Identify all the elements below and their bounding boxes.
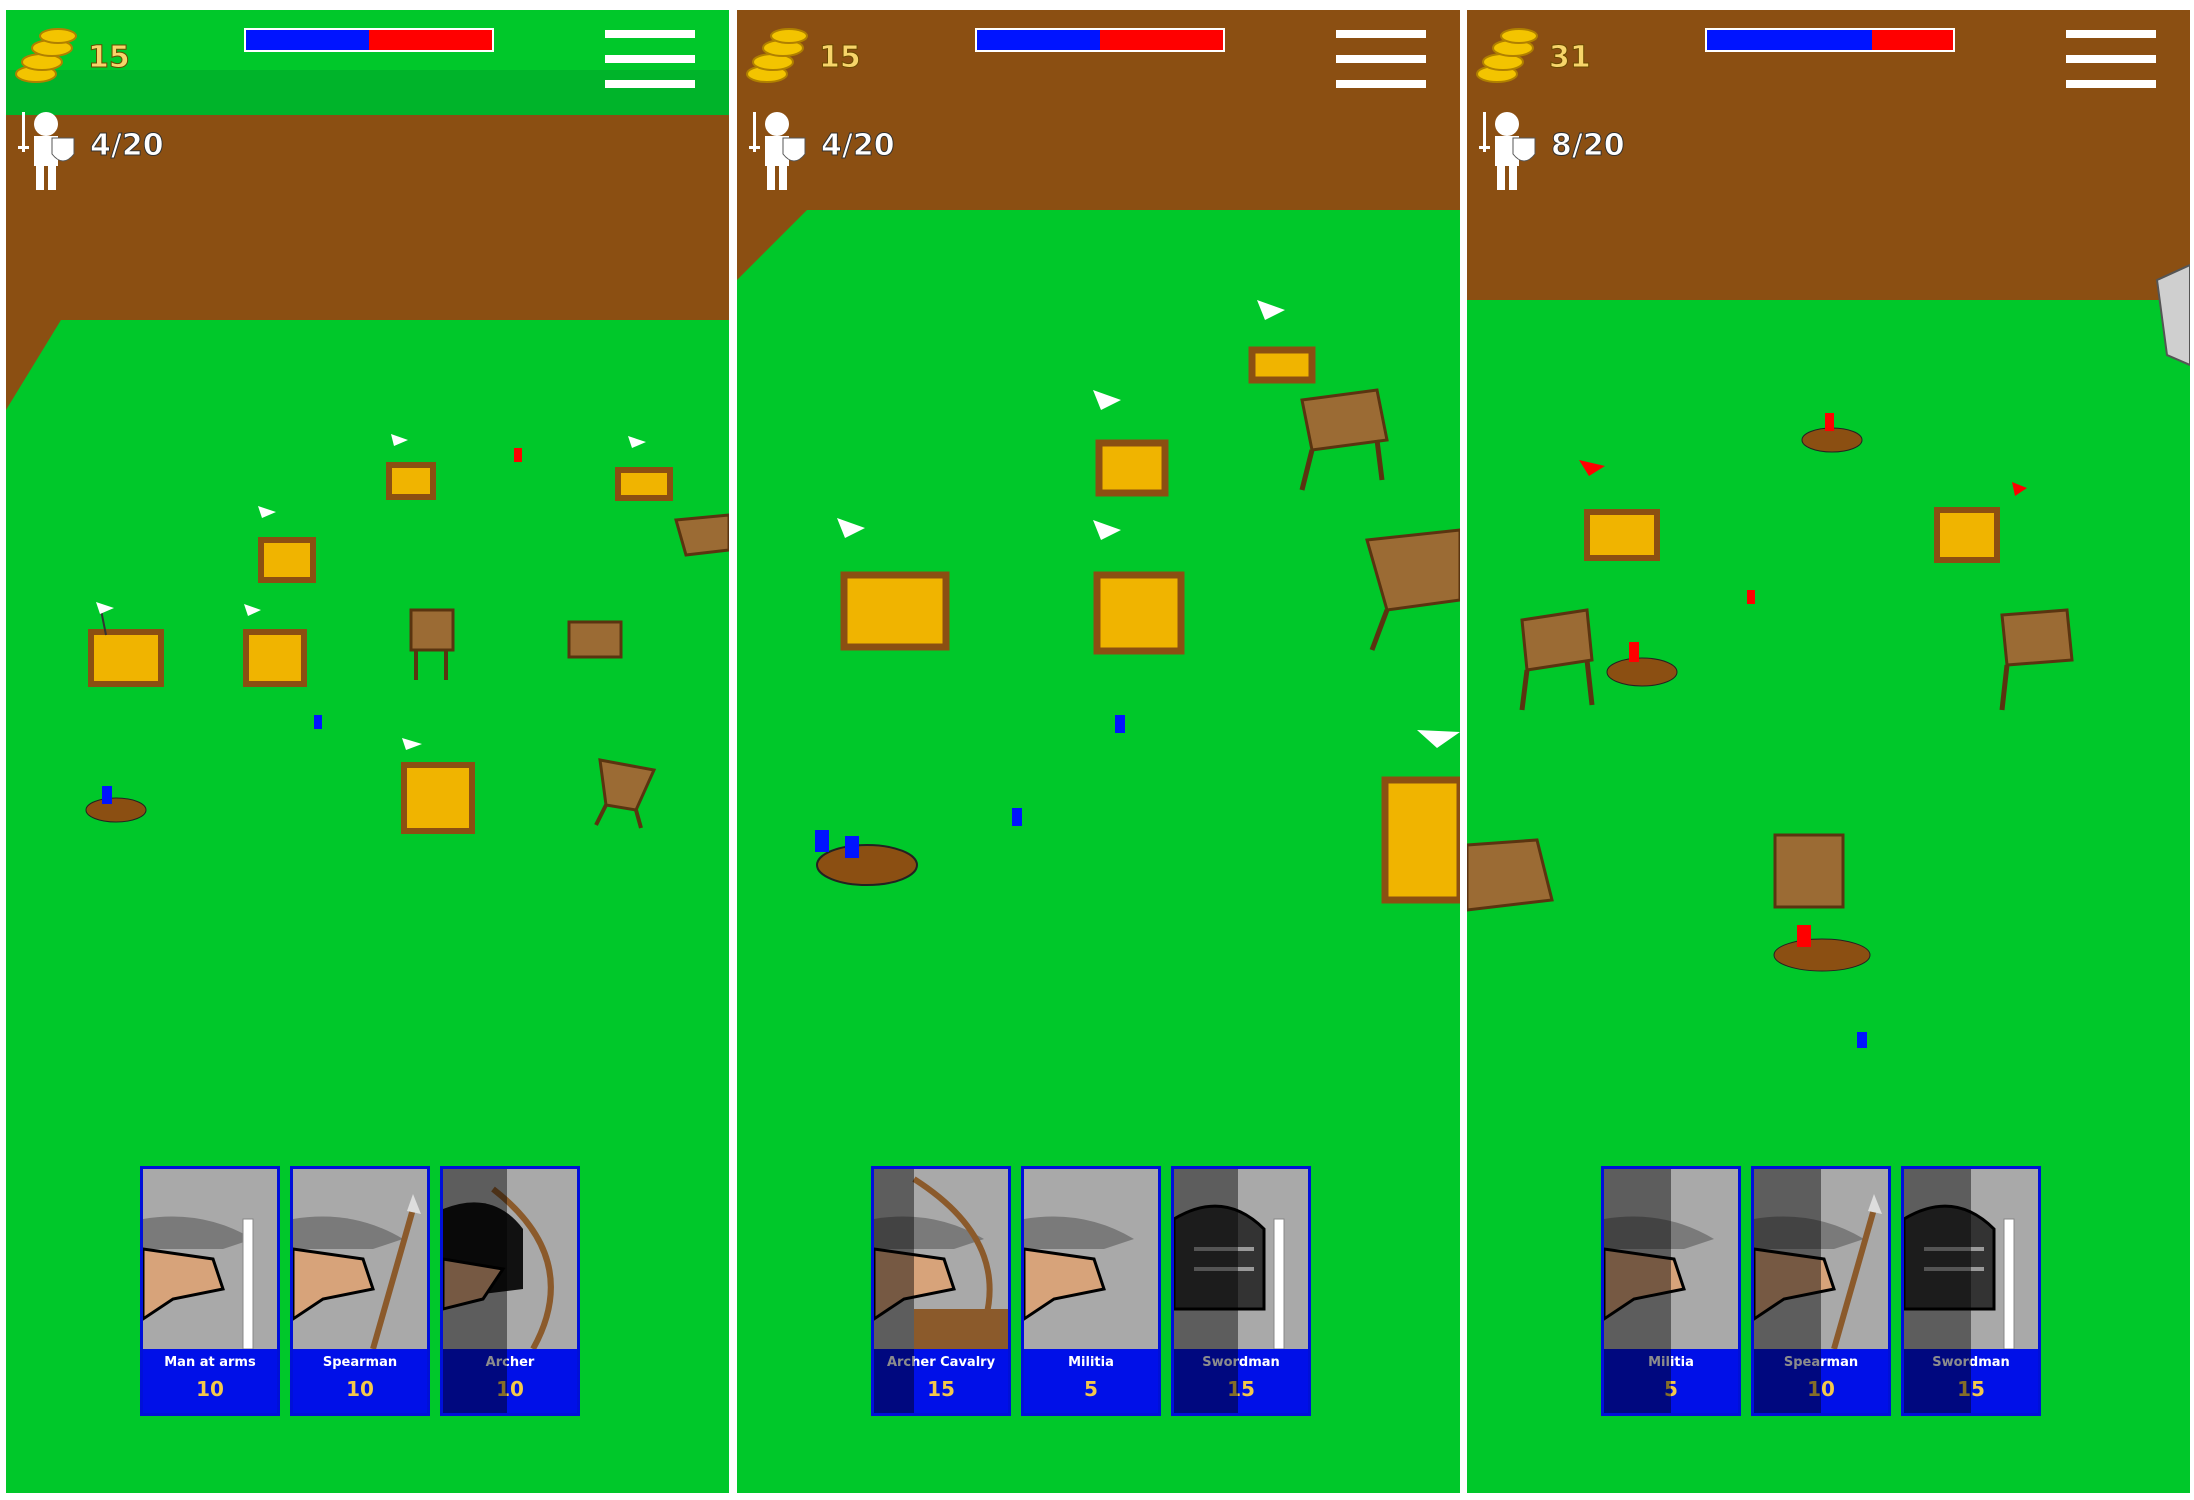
unit-card-bar: Archer Cavalry 15 Militia 5 Swordman 15	[871, 1166, 1311, 1420]
game-panel-1: 15 4/20 Man at arms 10 Spearman 10 Archer 1…	[6, 10, 729, 1493]
hud: 31 8/20	[1467, 10, 2190, 210]
watchtower[interactable]	[594, 758, 657, 829]
player-health-fill	[246, 30, 369, 50]
gold-count: 31	[1549, 40, 1592, 76]
knight-population-icon	[18, 112, 75, 190]
cooldown-overlay	[1174, 1169, 1239, 1413]
farm-plot[interactable]	[88, 602, 164, 687]
watchtower[interactable]	[1467, 838, 1554, 912]
gold-coins-icon	[15, 28, 77, 83]
gold-coins-icon	[1476, 28, 1538, 83]
player-health-fill	[1707, 30, 1872, 50]
farm-plot[interactable]	[386, 434, 436, 500]
unit-card-bar: Militia 5 Spearman 10 Swordman 15	[1601, 1166, 2041, 1420]
watchtower[interactable]	[674, 513, 729, 557]
infantry-unit[interactable]	[1115, 715, 1125, 733]
unit-card-swordman[interactable]: Swordman 15	[1171, 1166, 1311, 1416]
watchtower[interactable]	[1773, 833, 1845, 909]
hud: 15 4/20	[6, 10, 729, 210]
enemy-castle[interactable]	[2155, 263, 2190, 367]
farm-plot[interactable]	[243, 604, 307, 687]
man-at-arms-portrait	[143, 1216, 254, 1349]
knight-population-icon	[1479, 112, 1536, 190]
game-panel-2: 15 4/20 Archer Cavalry 15 Militia 5 Swordm…	[737, 10, 1460, 1493]
cavalry-unit[interactable]	[1773, 925, 1871, 972]
cooldown-overlay	[874, 1169, 915, 1413]
base-health-bar	[244, 28, 494, 52]
farm-plot[interactable]	[1934, 482, 2027, 563]
unit-card-man-at-arms[interactable]: Man at arms 10	[140, 1166, 280, 1416]
farm-plot[interactable]	[1248, 300, 1316, 384]
unit-name: Militia	[1068, 1355, 1114, 1370]
hud: 15 4/20	[737, 10, 1460, 210]
unit-card-archer[interactable]: Archer 10	[440, 1166, 580, 1416]
unit-cost: 10	[196, 1377, 224, 1401]
unit-card-archer-cavalry[interactable]: Archer Cavalry 15	[871, 1166, 1011, 1416]
farm-plot[interactable]	[1093, 520, 1185, 655]
farm-plot[interactable]	[1381, 730, 1460, 904]
cooldown-overlay	[443, 1169, 508, 1413]
militia-portrait	[1024, 1216, 1134, 1321]
farm-plot[interactable]	[401, 738, 475, 834]
gold-count: 15	[819, 40, 862, 76]
player-health-fill	[977, 30, 1100, 50]
infantry-unit[interactable]	[1012, 808, 1022, 826]
menu-button[interactable]	[1336, 30, 1426, 88]
base-health-bar	[975, 28, 1225, 52]
unit-name: Spearman	[322, 1355, 398, 1370]
farm-plot[interactable]	[615, 436, 673, 501]
farm-plot[interactable]	[1579, 460, 1660, 561]
watchtower[interactable]	[1299, 388, 1389, 491]
watchtower[interactable]	[409, 608, 455, 680]
cooldown-overlay	[1604, 1169, 1671, 1413]
farm-plot[interactable]	[837, 518, 950, 651]
population-count: 8/20	[1551, 128, 1626, 164]
unit-name: Man at arms	[164, 1355, 256, 1370]
watchtower[interactable]	[1999, 608, 2074, 711]
unit-card-spearman[interactable]: Spearman 10	[290, 1166, 430, 1416]
gold-count: 15	[88, 40, 131, 76]
infantry-unit[interactable]	[1857, 1032, 1867, 1048]
unit-card-militia[interactable]: Militia 5	[1021, 1166, 1161, 1416]
spearman-portrait	[293, 1194, 421, 1349]
unit-card-swordman[interactable]: Swordman 15	[1901, 1166, 2041, 1416]
cavalry-unit[interactable]	[1606, 642, 1678, 687]
menu-button[interactable]	[605, 30, 695, 88]
farm-plot[interactable]	[258, 506, 316, 583]
unit-card-spearman[interactable]: Spearman 10	[1751, 1166, 1891, 1416]
population-count: 4/20	[821, 128, 896, 164]
gold-coins-icon	[746, 28, 808, 83]
infantry-unit[interactable]	[1747, 590, 1755, 604]
cavalry-unit[interactable]	[815, 830, 918, 886]
farm-plot[interactable]	[1093, 390, 1169, 497]
watchtower[interactable]	[1519, 608, 1595, 711]
cooldown-overlay	[1754, 1169, 1821, 1413]
watchtower[interactable]	[1365, 528, 1460, 651]
knight-population-icon	[749, 112, 806, 190]
game-panel-3: 31 8/20 Militia 5 Spearman 10 Swordman 15	[1467, 10, 2190, 1493]
infantry-unit[interactable]	[514, 448, 522, 462]
unit-card-militia[interactable]: Militia 5	[1601, 1166, 1741, 1416]
cavalry-unit[interactable]	[85, 786, 147, 823]
menu-button[interactable]	[2066, 30, 2156, 88]
infantry-unit[interactable]	[314, 715, 322, 729]
cooldown-overlay	[1904, 1169, 1971, 1413]
cavalry-unit[interactable]	[1801, 413, 1863, 453]
watchtower[interactable]	[567, 620, 623, 659]
unit-cost: 10	[346, 1377, 374, 1401]
base-health-bar	[1705, 28, 1955, 52]
unit-card-bar: Man at arms 10 Spearman 10 Archer 10	[140, 1166, 580, 1420]
unit-cost: 5	[1084, 1377, 1098, 1401]
population-count: 4/20	[90, 128, 165, 164]
